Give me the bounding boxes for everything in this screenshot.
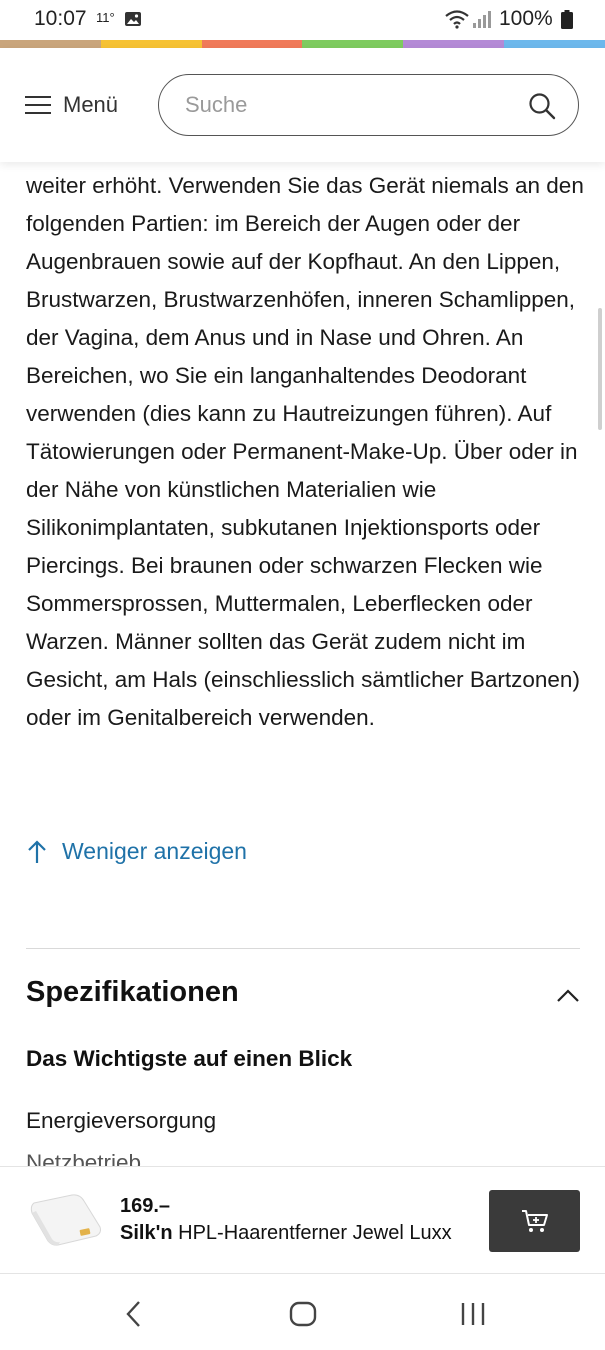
site-header: Menü Suche: [0, 48, 605, 162]
battery-percentage: 100%: [499, 7, 553, 30]
product-price: 169.–: [120, 1195, 171, 1217]
wifi-icon: [445, 10, 469, 29]
arrow-up-icon: [28, 839, 46, 863]
strip-segment: [201, 40, 303, 48]
strip-segment: [0, 40, 101, 48]
brand-color-strip: [0, 40, 605, 48]
signal-icon: [473, 11, 491, 28]
product-name: Silk'n HPL-Haarentferner Jewel Luxx: [120, 1222, 452, 1245]
battery-icon: [561, 10, 573, 29]
sticky-product-bar: 169.– Silk'n HPL-Haarentferner Jewel Lux…: [0, 1166, 605, 1274]
product-title: HPL-Haarentferner Jewel Luxx: [178, 1222, 452, 1244]
show-less-label: Weniger anzeigen: [62, 838, 247, 864]
scrollbar[interactable]: [598, 308, 602, 430]
status-bar: 10:07 11° 100%: [0, 0, 605, 40]
status-temperature: 11°: [96, 10, 115, 25]
product-brand: Silk'n: [120, 1222, 173, 1244]
chevron-up-icon[interactable]: [556, 986, 580, 1004]
search-icon[interactable]: [528, 92, 556, 120]
recent-apps-icon[interactable]: [459, 1301, 487, 1327]
menu-label: Menü: [63, 92, 119, 117]
product-description-text: weiter erhöht. Verwenden Sie das Gerät n…: [26, 173, 584, 730]
search-input[interactable]: Suche: [158, 74, 579, 136]
home-icon[interactable]: [289, 1301, 317, 1327]
section-divider: [26, 948, 580, 949]
strip-segment: [403, 40, 505, 48]
specifications-subtitle: Das Wichtigste auf einen Blick: [26, 1046, 353, 1071]
specifications-title[interactable]: Spezifikationen: [26, 976, 239, 1009]
system-nav-bar: [0, 1275, 605, 1350]
show-less-link[interactable]: Weniger anzeigen: [26, 838, 247, 865]
add-to-cart-button[interactable]: [489, 1190, 580, 1252]
spec-row-label: Energieversorgung: [26, 1108, 217, 1133]
strip-segment: [100, 40, 202, 48]
strip-segment: [504, 40, 605, 48]
back-icon[interactable]: [124, 1299, 144, 1329]
cart-icon: [521, 1210, 548, 1232]
hamburger-icon: [25, 96, 51, 114]
gallery-icon: [125, 12, 141, 26]
product-thumbnail[interactable]: [28, 1189, 104, 1249]
menu-button[interactable]: Menü: [25, 90, 118, 120]
status-time: 10:07: [34, 7, 87, 30]
search-placeholder: Suche: [185, 92, 248, 117]
strip-segment: [302, 40, 404, 48]
